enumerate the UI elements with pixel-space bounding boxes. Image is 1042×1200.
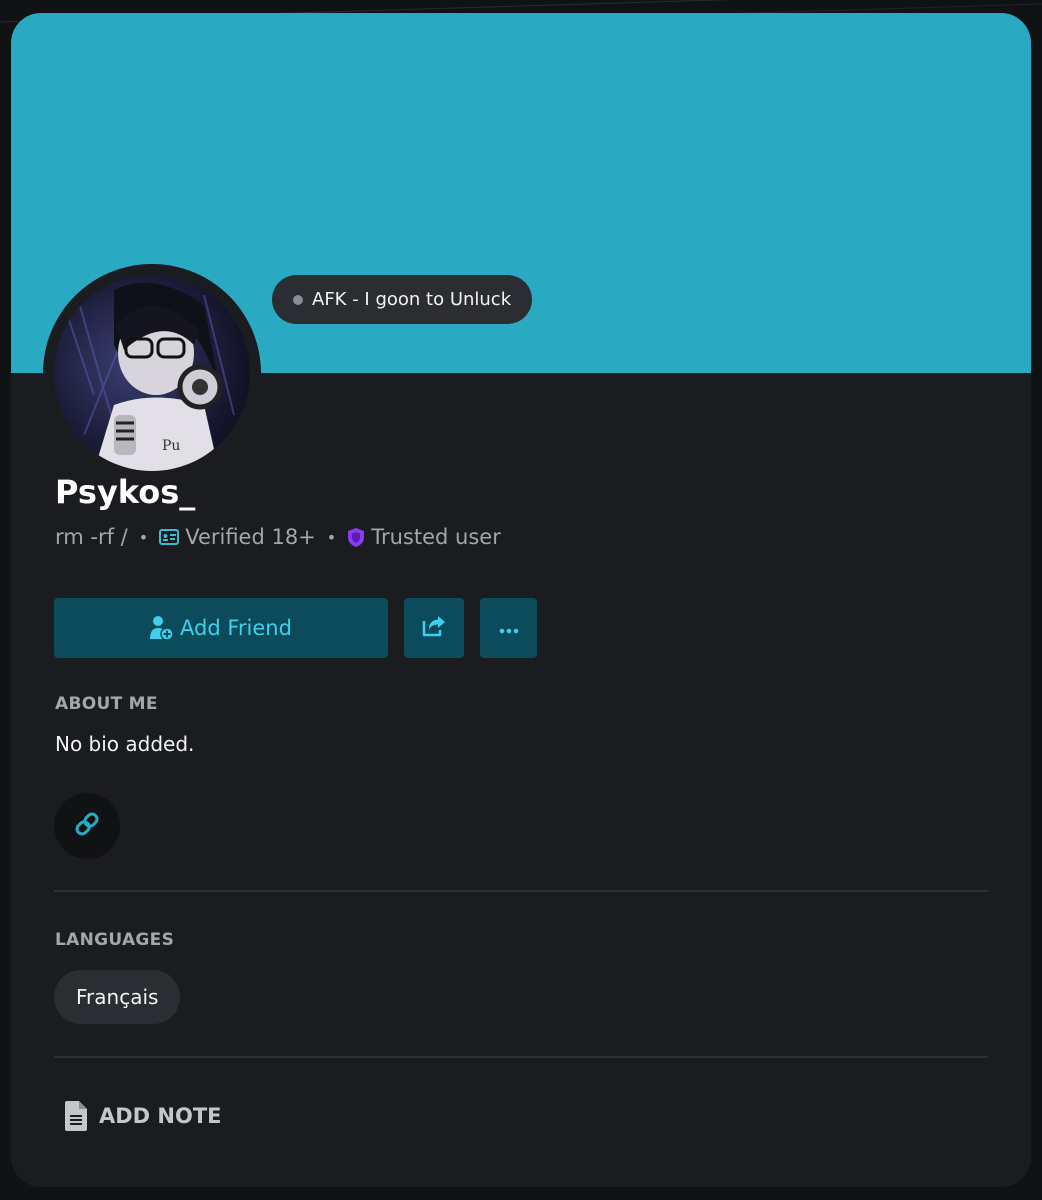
languages-heading: LANGUAGES <box>55 930 175 950</box>
section-divider <box>54 1056 988 1058</box>
trusted-badge-label: Trusted user <box>371 525 501 549</box>
add-note-label: ADD NOTE <box>99 1104 222 1128</box>
ellipsis-icon <box>499 619 519 638</box>
avatar-image: Pu <box>54 275 250 471</box>
share-icon <box>421 614 447 642</box>
separator: • <box>138 527 149 547</box>
id-card-icon <box>159 529 180 545</box>
status-dot-icon <box>293 294 303 305</box>
profile-subline: rm -rf / • Verified 18+ • Trusted user <box>55 525 501 549</box>
verified-badge-label: Verified 18+ <box>185 525 316 549</box>
profile-card: Pu AFK - I goon to Unluck Psykos_ rm -rf… <box>11 13 1031 1187</box>
shield-icon <box>347 527 365 548</box>
add-friend-button[interactable]: Add Friend <box>54 598 388 658</box>
avatar[interactable]: Pu <box>54 275 250 471</box>
section-divider <box>54 890 988 892</box>
document-icon <box>63 1100 89 1132</box>
separator: • <box>326 527 337 547</box>
add-note-button[interactable]: ADD NOTE <box>63 1100 222 1132</box>
link-icon <box>73 810 101 842</box>
share-button[interactable] <box>404 598 464 658</box>
custom-status-text: AFK - I goon to Unluck <box>312 289 512 310</box>
connection-link-button[interactable] <box>54 793 120 859</box>
user-plus-icon <box>150 615 174 641</box>
add-friend-label: Add Friend <box>180 616 292 640</box>
more-options-button[interactable] <box>480 598 537 658</box>
about-me-heading: ABOUT ME <box>55 694 158 714</box>
bio-text: No bio added. <box>55 732 195 756</box>
svg-text:Pu: Pu <box>162 438 180 454</box>
username: Psykos_ <box>55 473 196 511</box>
profile-tagline: rm -rf / <box>55 525 128 549</box>
custom-status-bubble: AFK - I goon to Unluck <box>272 275 533 324</box>
language-tag: Français <box>54 970 181 1024</box>
avatar-ring: Pu <box>43 264 261 482</box>
